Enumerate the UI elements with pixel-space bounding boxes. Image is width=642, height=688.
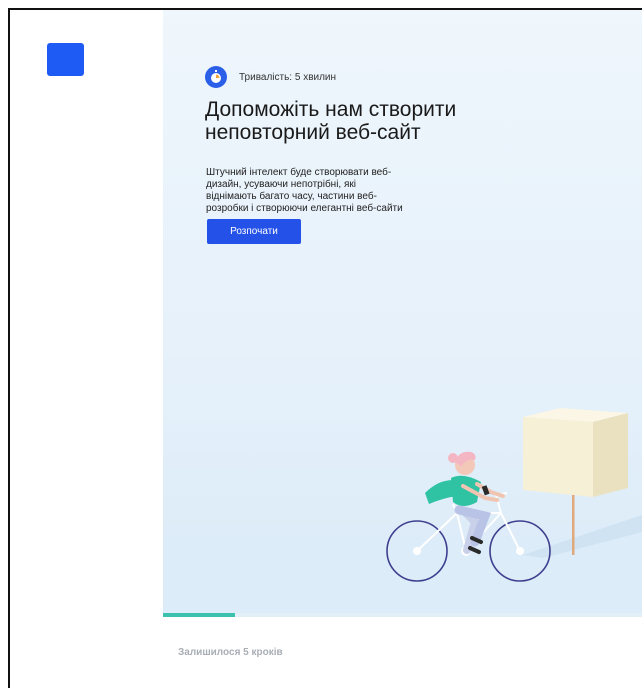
cyclist-icon (425, 451, 505, 554)
light-beam (523, 515, 642, 558)
cyclist-illustration (386, 408, 642, 582)
onboarding-panel: Тривалість: 5 хвилин Допоможіть нам ство… (163, 10, 642, 673)
footer: Залишилося 5 кроків (163, 617, 642, 673)
steps-left-text: Залишилося 5 кроків (178, 647, 283, 658)
sidebar (10, 10, 163, 673)
logo[interactable] (47, 43, 84, 76)
